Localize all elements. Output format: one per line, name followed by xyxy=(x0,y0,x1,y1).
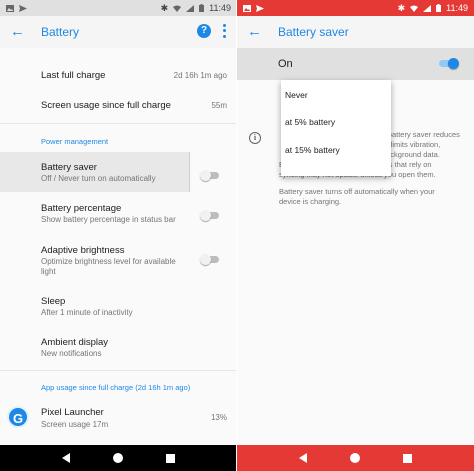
adaptive-brightness-subtitle: Optimize brightness level for available … xyxy=(41,257,176,276)
master-switch-toggle[interactable] xyxy=(439,57,459,69)
google-app-icon: G xyxy=(7,406,29,428)
nav-recents-icon[interactable] xyxy=(166,453,176,463)
navigation-bar xyxy=(0,445,237,471)
adaptive-brightness-title: Adaptive brightness xyxy=(41,245,125,256)
adaptive-brightness-toggle[interactable] xyxy=(200,253,219,265)
ambient-display-subtitle: New notifications xyxy=(41,349,102,358)
ambient-display-title: Ambient display xyxy=(41,337,109,348)
screen-usage-value: 55m xyxy=(211,101,227,110)
image-notification-icon xyxy=(243,4,251,12)
nav-back-icon[interactable] xyxy=(298,453,307,463)
wifi-icon xyxy=(173,5,182,12)
menu-item-15-percent[interactable]: at 15% battery xyxy=(285,145,340,155)
status-time: 11:49 xyxy=(209,3,231,13)
ambient-display-row[interactable]: Ambient display New notifications xyxy=(0,331,237,367)
page-title: Battery xyxy=(41,25,80,39)
menu-item-never[interactable]: Never xyxy=(285,90,308,100)
battery-saver-subtitle: Off / Never turn on automatically xyxy=(41,174,156,183)
battery-percentage-row[interactable]: Battery percentage Show battery percenta… xyxy=(0,196,237,232)
more-options-icon[interactable] xyxy=(222,23,226,39)
battery-icon xyxy=(199,4,205,12)
app-row-pixel-launcher[interactable]: G Pixel Launcher Screen usage 17m 13% xyxy=(0,400,237,436)
navigation-bar xyxy=(237,445,474,471)
page-title: Battery saver xyxy=(278,25,349,39)
send-notification-icon xyxy=(256,4,264,12)
send-notification-icon xyxy=(19,4,27,12)
battery-screen: ✱ 11:49 ← Battery ? Last full charge 2d … xyxy=(0,0,237,471)
back-arrow-icon[interactable]: ← xyxy=(10,24,26,40)
last-full-charge-row: Last full charge 2d 16h 1m ago xyxy=(0,66,237,88)
status-time: 11:49 xyxy=(446,3,468,13)
battery-saver-charging-note: Battery saver turns off automatically wh… xyxy=(279,187,469,207)
divider xyxy=(0,370,237,371)
nav-home-icon[interactable] xyxy=(112,453,123,463)
nav-back-icon[interactable] xyxy=(61,453,70,463)
battery-percentage-toggle[interactable] xyxy=(200,209,219,221)
turn-on-dropdown-menu: Never at 5% battery at 15% battery xyxy=(281,80,391,176)
bluetooth-icon: ✱ xyxy=(397,2,406,13)
battery-percentage-title: Battery percentage xyxy=(41,203,122,214)
signal-icon xyxy=(423,4,432,12)
section-header-app-usage: App usage since full charge (2d 16h 1m a… xyxy=(41,383,191,392)
menu-item-5-percent[interactable]: at 5% battery xyxy=(285,117,335,127)
battery-saver-title: Battery saver xyxy=(41,162,97,173)
nav-home-icon[interactable] xyxy=(349,453,360,463)
sleep-subtitle: After 1 minute of inactivity xyxy=(41,308,133,317)
note-line: device is charging. xyxy=(279,197,342,206)
status-bar: ✱ 11:49 xyxy=(237,0,474,16)
battery-saver-toggle[interactable] xyxy=(200,169,219,181)
info-icon: i xyxy=(249,132,261,144)
last-full-charge-label: Last full charge xyxy=(41,70,106,81)
app-subtitle: Screen usage 17m xyxy=(41,420,109,429)
master-switch-label: On xyxy=(278,58,293,70)
note-line: Battery saver turns off automatically wh… xyxy=(279,187,435,196)
sleep-row[interactable]: Sleep After 1 minute of inactivity xyxy=(0,289,237,325)
master-switch-bar[interactable]: On xyxy=(237,48,474,80)
divider xyxy=(0,123,237,124)
nav-recents-icon[interactable] xyxy=(403,453,413,463)
last-full-charge-value: 2d 16h 1m ago xyxy=(173,71,227,80)
app-bar: ← Battery ? xyxy=(0,16,237,48)
bluetooth-icon: ✱ xyxy=(160,2,169,13)
app-usage-percent: 13% xyxy=(210,413,227,422)
screen-usage-row: Screen usage since full charge 55m xyxy=(0,96,237,118)
app-bar: ← Battery saver xyxy=(237,16,474,48)
screen-usage-label: Screen usage since full charge xyxy=(41,100,171,111)
help-icon[interactable]: ? xyxy=(197,24,211,38)
back-arrow-icon[interactable]: ← xyxy=(247,24,263,40)
section-header-power-management: Power management xyxy=(41,137,109,146)
battery-percentage-subtitle: Show battery percentage in status bar xyxy=(41,215,176,224)
wifi-icon xyxy=(410,5,419,12)
signal-icon xyxy=(186,4,195,12)
battery-saver-row[interactable]: Battery saver Off / Never turn on automa… xyxy=(0,152,237,192)
app-title: Pixel Launcher xyxy=(41,407,104,418)
image-notification-icon xyxy=(6,4,14,12)
sleep-title: Sleep xyxy=(41,296,66,307)
battery-saver-screen: ✱ 11:49 ← Battery saver On ically i batt… xyxy=(237,0,474,471)
status-bar: ✱ 11:49 xyxy=(0,0,237,16)
battery-icon xyxy=(436,4,442,12)
adaptive-brightness-row[interactable]: Adaptive brightness Optimize brightness … xyxy=(0,238,237,282)
